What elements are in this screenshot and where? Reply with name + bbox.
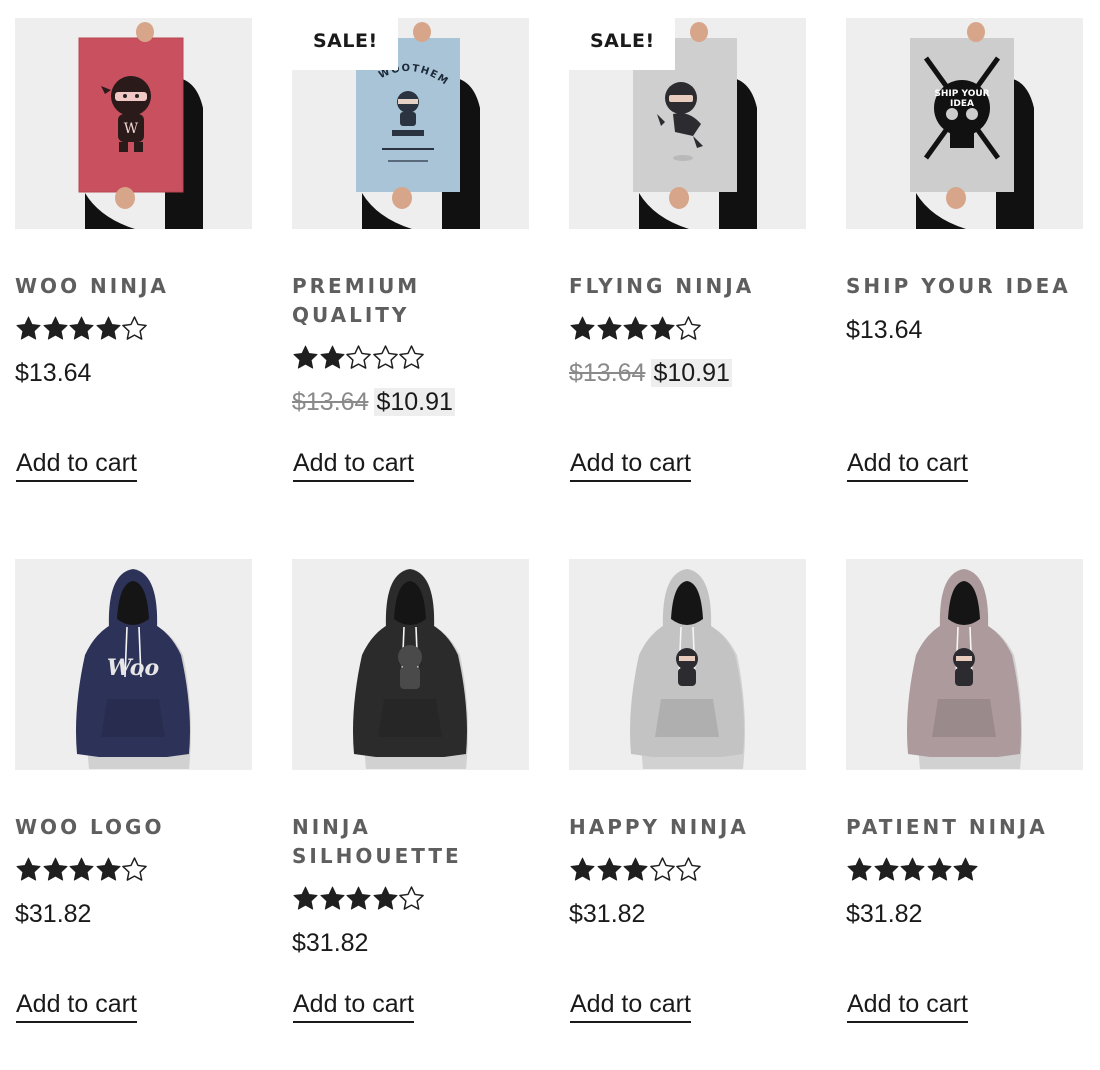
poster-ship-line1: SHIP YOUR (934, 89, 989, 99)
product-image-flying-ninja[interactable]: SALE! (569, 18, 806, 229)
star-rating (15, 313, 252, 343)
product-price: $31.82 (15, 897, 252, 931)
product-card-ship-your-idea: SHIP YOUR IDEA Ship Your Idea $13.64 Add… (846, 18, 1083, 559)
star-filled-icon (570, 316, 595, 340)
price-current: $31.82 (846, 900, 923, 928)
star-rating (569, 313, 806, 343)
star-filled-icon (16, 857, 41, 881)
star-filled-icon (69, 857, 94, 881)
sale-badge: SALE! (569, 18, 675, 70)
product-card-woo-logo: Woo Woo Logo $31.82 Add to cart (15, 559, 252, 1070)
star-filled-icon (42, 316, 68, 340)
star-filled-icon (95, 316, 121, 340)
star-filled-icon (570, 857, 595, 881)
star-empty-icon (399, 344, 424, 369)
star-filled-icon (293, 886, 318, 910)
star-empty-icon (372, 344, 398, 369)
product-image-ninja-silhouette[interactable] (292, 559, 529, 770)
product-image-happy-ninja[interactable] (569, 559, 806, 770)
product-price: $13.64 (846, 313, 1083, 347)
add-to-cart-button[interactable]: Add to cart (293, 987, 414, 1023)
price-sale: $10.91 (374, 388, 455, 416)
product-title[interactable]: Happy Ninja (569, 813, 806, 842)
product-image-woo-logo[interactable]: Woo (15, 559, 252, 770)
star-filled-icon (596, 857, 622, 881)
product-image-premium-quality[interactable]: WOOTHEMES SALE! (292, 18, 529, 229)
hoodie-woo-logo: Woo (107, 655, 159, 681)
star-filled-icon (69, 316, 94, 340)
star-empty-icon (122, 315, 147, 340)
add-to-cart-button[interactable]: Add to cart (570, 446, 691, 482)
star-filled-icon (926, 857, 952, 881)
add-to-cart-button[interactable]: Add to cart (16, 446, 137, 482)
sale-badge: SALE! (292, 18, 398, 70)
product-title[interactable]: Woo Ninja (15, 272, 252, 301)
star-filled-icon (319, 886, 345, 910)
star-filled-icon (372, 886, 398, 910)
price-current: $31.82 (569, 900, 646, 928)
product-price: $13.64 (15, 356, 252, 390)
product-price: $13.64 $10.91 (292, 385, 529, 419)
star-empty-icon (649, 856, 675, 881)
star-filled-icon (95, 857, 121, 881)
product-title[interactable]: Ship Your Idea (846, 272, 1083, 301)
price-current: $31.82 (15, 900, 92, 928)
poster-ship-line2: IDEA (950, 99, 974, 109)
star-filled-icon (293, 345, 318, 369)
product-price: $13.64 $10.91 (569, 356, 806, 390)
product-card-patient-ninja: Patient Ninja $31.82 Add to cart (846, 559, 1083, 1070)
product-title[interactable]: Ninja Silhouette (292, 813, 529, 871)
star-filled-icon (953, 857, 978, 881)
star-filled-icon (319, 345, 345, 369)
product-price: $31.82 (846, 897, 1083, 931)
star-filled-icon (873, 857, 899, 881)
product-image-ship-your-idea[interactable]: SHIP YOUR IDEA (846, 18, 1083, 229)
product-price: $31.82 (569, 897, 806, 931)
product-title[interactable]: Patient Ninja (846, 813, 1083, 842)
product-card-premium-quality: WOOTHEMES SALE! Premium Quality $13.64$1… (292, 18, 529, 559)
star-rating (846, 854, 1083, 884)
star-empty-icon (122, 856, 147, 881)
price-current: $31.82 (292, 929, 369, 957)
product-title[interactable]: Premium Quality (292, 272, 529, 330)
star-empty-icon (399, 885, 424, 910)
star-empty-icon (676, 315, 701, 340)
star-filled-icon (623, 316, 648, 340)
add-to-cart-button[interactable]: Add to cart (847, 987, 968, 1023)
add-to-cart-button[interactable]: Add to cart (293, 446, 414, 482)
price-sale: $10.91 (651, 359, 732, 387)
product-title[interactable]: Woo Logo (15, 813, 252, 842)
add-to-cart-button[interactable]: Add to cart (847, 446, 968, 482)
product-card-woo-ninja: W Woo Ninja $13.64 Add to cart (15, 18, 252, 559)
product-card-flying-ninja: SALE! Flying Ninja $13.64 $10.91 Add to c… (569, 18, 806, 559)
price-current: $13.64 (15, 359, 92, 387)
price-current: $13.64 (846, 316, 923, 344)
star-empty-icon (676, 856, 701, 881)
star-rating (569, 854, 806, 884)
add-to-cart-button[interactable]: Add to cart (16, 987, 137, 1023)
star-filled-icon (346, 886, 371, 910)
star-filled-icon (847, 857, 872, 881)
poster-letter: W (124, 121, 139, 137)
product-image-woo-ninja[interactable]: W (15, 18, 252, 229)
price-old: $13.64 (292, 388, 369, 416)
product-title[interactable]: Flying Ninja (569, 272, 806, 301)
star-rating (292, 342, 529, 372)
star-filled-icon (42, 857, 68, 881)
star-rating (292, 883, 529, 913)
star-filled-icon (623, 857, 648, 881)
star-filled-icon (900, 857, 925, 881)
product-price: $31.82 (292, 926, 529, 960)
star-filled-icon (16, 316, 41, 340)
price-old: $13.64 (569, 359, 646, 387)
product-grid: W Woo Ninja $13.64 Add to cart WOOTHEMES (15, 18, 1083, 1070)
add-to-cart-button[interactable]: Add to cart (570, 987, 691, 1023)
product-card-ninja-silhouette: Ninja Silhouette $31.82 Add to cart (292, 559, 529, 1070)
product-image-patient-ninja[interactable] (846, 559, 1083, 770)
star-empty-icon (346, 344, 371, 369)
product-card-happy-ninja: Happy Ninja $31.82 Add to cart (569, 559, 806, 1070)
star-rating (15, 854, 252, 884)
star-filled-icon (649, 316, 675, 340)
star-filled-icon (596, 316, 622, 340)
